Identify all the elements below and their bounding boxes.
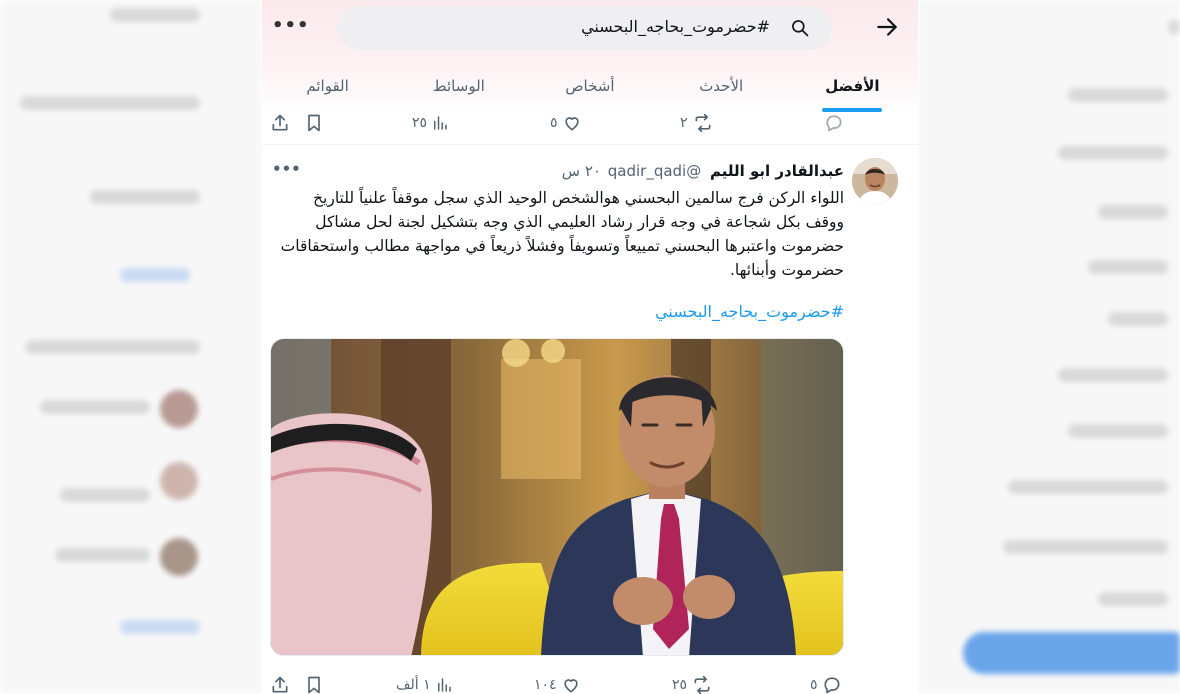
tweet-retweet-button[interactable]: ٢٥ bbox=[672, 672, 713, 694]
tweet-text: اللواء الركن فرج سالمين البحسني هوالشخص … bbox=[280, 189, 844, 279]
tab-lists[interactable]: القوائم bbox=[262, 62, 393, 114]
tweet-photo[interactable] bbox=[270, 338, 844, 656]
tweet-reply-count: ٥ bbox=[810, 677, 818, 693]
search-tabs: الأفضل الأحدث أشخاص الوسائط القوائم bbox=[262, 62, 918, 114]
like-count: ٥ bbox=[550, 115, 558, 131]
bookmark-button[interactable] bbox=[304, 110, 324, 136]
avatar-image bbox=[852, 158, 898, 204]
tweet-share-button[interactable] bbox=[270, 672, 290, 694]
reply-icon bbox=[823, 677, 840, 694]
reply-icon bbox=[826, 115, 842, 132]
tab-lists-label: القوائم bbox=[306, 77, 349, 95]
tweet-retweet-count: ٢٥ bbox=[672, 677, 688, 693]
tweet-header: عبدالقادر ابو الليم @qadir_qadi ٢٠ س bbox=[562, 162, 844, 180]
tweet-bookmark-button[interactable] bbox=[304, 672, 324, 694]
tweet-views-button[interactable]: ١ ألف bbox=[396, 672, 453, 694]
tab-latest-label: الأحدث bbox=[699, 77, 744, 95]
retweet-icon bbox=[695, 113, 711, 133]
views-button[interactable]: ٢٥ bbox=[412, 110, 449, 136]
tweet-card[interactable]: عبدالقادر ابو الليم @qadir_qadi ٢٠ س •••… bbox=[262, 150, 918, 694]
search-input[interactable]: #حضرموت_بحاجه_البحسني bbox=[337, 6, 832, 50]
tab-media-label: الوسائط bbox=[432, 77, 485, 95]
more-options-icon[interactable]: ••• bbox=[272, 12, 309, 40]
views-icon bbox=[434, 116, 447, 130]
tweet-like-button[interactable]: ١٠٤ bbox=[534, 672, 581, 694]
left-sidebar-blurred bbox=[0, 0, 262, 694]
previous-tweet-actions: ٢٥ ٥ ٢ bbox=[262, 110, 918, 136]
tab-latest[interactable]: الأحدث bbox=[656, 62, 787, 114]
avatar[interactable] bbox=[852, 158, 898, 204]
right-sidebar-blurred bbox=[918, 0, 1180, 694]
views-icon bbox=[437, 678, 451, 692]
share-icon bbox=[272, 114, 288, 131]
retweet-count: ٢ bbox=[680, 115, 688, 131]
hashtag-link[interactable]: #حضرموت_بحاجه_البحسني bbox=[655, 302, 844, 321]
heart-icon bbox=[563, 679, 578, 693]
bookmark-icon bbox=[308, 676, 320, 694]
tab-media[interactable]: الوسائط bbox=[393, 62, 524, 114]
retweet-icon bbox=[694, 675, 710, 694]
photo-illustration bbox=[271, 339, 843, 655]
search-query: #حضرموت_بحاجه_البحسني bbox=[581, 17, 770, 36]
tweet-divider bbox=[262, 144, 918, 145]
search-icon bbox=[792, 20, 809, 37]
author-handle[interactable]: @qadir_qadi bbox=[608, 162, 701, 180]
timeline-column: ••• #حضرموت_بحاجه_البحسني الأفضل الأحدث … bbox=[262, 0, 918, 694]
search-header: ••• #حضرموت_بحاجه_البحسني الأفضل الأحدث … bbox=[262, 0, 918, 115]
heart-icon bbox=[564, 117, 579, 131]
author-name[interactable]: عبدالقادر ابو الليم bbox=[710, 162, 844, 180]
tweet-reply-button[interactable]: ٥ bbox=[810, 672, 842, 694]
tweet-like-count: ١٠٤ bbox=[534, 677, 557, 693]
share-button[interactable] bbox=[270, 110, 290, 136]
tab-people[interactable]: أشخاص bbox=[524, 62, 655, 114]
tab-people-label: أشخاص bbox=[565, 77, 615, 95]
tab-top[interactable]: الأفضل bbox=[787, 62, 918, 114]
reply-button[interactable] bbox=[824, 110, 844, 136]
tweet-actions: ١ ألف ١٠٤ ٢٥ ٥ bbox=[262, 672, 918, 694]
like-button[interactable]: ٥ bbox=[550, 110, 582, 136]
views-count: ٢٥ bbox=[412, 115, 428, 131]
retweet-button[interactable]: ٢ bbox=[680, 110, 714, 136]
tweet-views-count: ١ ألف bbox=[396, 677, 431, 693]
back-arrow-icon[interactable] bbox=[874, 14, 900, 40]
share-icon bbox=[272, 676, 288, 693]
tweet-time[interactable]: ٢٠ س bbox=[562, 162, 601, 180]
tab-top-label: الأفضل bbox=[825, 77, 880, 95]
tweet-more-icon[interactable]: ••• bbox=[272, 160, 301, 184]
bookmark-icon bbox=[308, 114, 320, 132]
